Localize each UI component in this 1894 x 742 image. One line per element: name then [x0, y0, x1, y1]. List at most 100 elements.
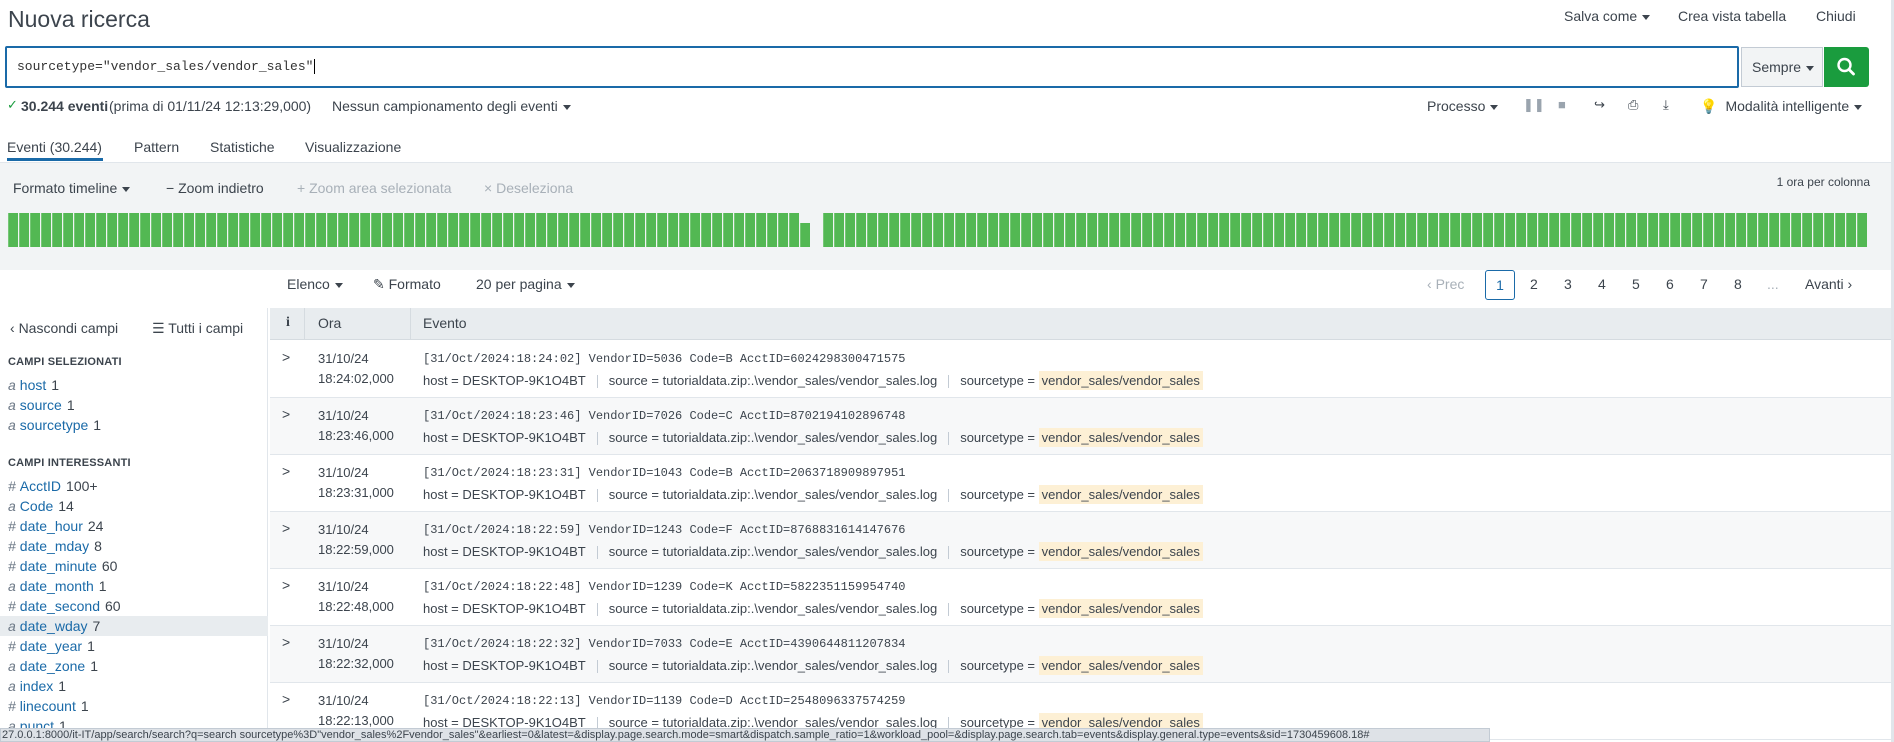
timeline-bar[interactable]: [756, 213, 766, 247]
page-button[interactable]: 1: [1485, 270, 1515, 300]
search-button[interactable]: [1824, 47, 1869, 87]
host-value[interactable]: DESKTOP-9K1O4BT: [462, 487, 585, 502]
host-value[interactable]: DESKTOP-9K1O4BT: [462, 373, 585, 388]
timeline-bar[interactable]: [173, 213, 183, 247]
time-range-picker[interactable]: Sempre: [1741, 47, 1823, 87]
event-time[interactable]: 31/10/24 18:24:02,000: [318, 349, 394, 389]
share-icon[interactable]: ↪: [1594, 97, 1605, 113]
pause-icon[interactable]: ❚❚: [1523, 97, 1545, 113]
event-time[interactable]: 31/10/24 18:22:32,000: [318, 634, 394, 674]
expand-chevron-icon[interactable]: >: [282, 634, 290, 650]
timeline-bar[interactable]: [800, 223, 810, 247]
timeline-bar[interactable]: [1021, 213, 1031, 247]
host-value[interactable]: DESKTOP-9K1O4BT: [462, 544, 585, 559]
timeline-bar[interactable]: [349, 213, 359, 247]
source-value[interactable]: tutorialdata.zip:.\vendor_sales/vendor_s…: [663, 544, 938, 559]
timeline-bar[interactable]: [228, 213, 238, 247]
page-button[interactable]: 7: [1700, 276, 1708, 292]
timeline-bar[interactable]: [1197, 213, 1207, 247]
stop-icon[interactable]: ■: [1558, 97, 1566, 112]
timeline-bar[interactable]: [239, 213, 249, 247]
host-value[interactable]: DESKTOP-9K1O4BT: [462, 601, 585, 616]
timeline-bar[interactable]: [944, 213, 954, 247]
expand-chevron-icon[interactable]: >: [282, 577, 290, 593]
timeline-bar[interactable]: [1186, 213, 1196, 247]
timeline-bar[interactable]: [1318, 213, 1328, 247]
timeline-bar[interactable]: [1538, 213, 1548, 247]
timeline-bar[interactable]: [701, 213, 711, 247]
timeline-bar[interactable]: [712, 213, 722, 247]
timeline-bar[interactable]: [1494, 213, 1504, 247]
timeline-bar[interactable]: [1032, 213, 1042, 247]
field-item-host[interactable]: a host 1: [0, 375, 268, 395]
expand-chevron-icon[interactable]: >: [282, 520, 290, 536]
timeline-bar[interactable]: [1373, 213, 1383, 247]
timeline-bar[interactable]: [338, 213, 348, 247]
timeline-bar[interactable]: [1175, 213, 1185, 247]
timeline-bar[interactable]: [823, 213, 833, 247]
timeline-bar[interactable]: [767, 213, 777, 247]
timeline-bar[interactable]: [1824, 213, 1834, 247]
timeline-bar[interactable]: [129, 213, 139, 247]
timeline-bar[interactable]: [85, 213, 95, 247]
timeline-bar[interactable]: [988, 213, 998, 247]
next-page-button[interactable]: Avanti ›: [1805, 276, 1852, 292]
timeline-bar[interactable]: [1615, 213, 1625, 247]
timeline-bar[interactable]: [437, 213, 447, 247]
timeline-bar[interactable]: [602, 213, 612, 247]
timeline-bar[interactable]: [1428, 213, 1438, 247]
timeline-bar[interactable]: [1241, 213, 1251, 247]
timeline-bar[interactable]: [151, 213, 161, 247]
timeline-bar[interactable]: [1329, 213, 1339, 247]
timeline-bar[interactable]: [1131, 213, 1141, 247]
timeline-bar[interactable]: [195, 213, 205, 247]
timeline-bar[interactable]: [481, 213, 491, 247]
timeline-bar[interactable]: [679, 213, 689, 247]
timeline-bar[interactable]: [459, 213, 469, 247]
timeline-bar[interactable]: [184, 213, 194, 247]
host-value[interactable]: DESKTOP-9K1O4BT: [462, 430, 585, 445]
timeline-bar[interactable]: [1406, 213, 1416, 247]
tab-statistics[interactable]: Statistiche: [210, 139, 275, 155]
timeline-bar[interactable]: [1714, 213, 1724, 247]
timeline-bar[interactable]: [272, 213, 282, 247]
timeline-bar[interactable]: [1670, 213, 1680, 247]
timeline-bar[interactable]: [1043, 213, 1053, 247]
timeline-bar[interactable]: [889, 213, 899, 247]
timeline-bar[interactable]: [206, 213, 216, 247]
source-value[interactable]: tutorialdata.zip:.\vendor_sales/vendor_s…: [663, 601, 938, 616]
timeline-bar[interactable]: [1285, 213, 1295, 247]
timeline-bar[interactable]: [999, 213, 1009, 247]
field-item-linecount[interactable]: # linecount 1: [0, 696, 268, 716]
field-item-date-mday[interactable]: # date_mday 8: [0, 536, 268, 556]
page-button[interactable]: 2: [1530, 276, 1538, 292]
field-item-date-second[interactable]: # date_second 60: [0, 596, 268, 616]
timeline-bar[interactable]: [1098, 213, 1108, 247]
zoom-out-button[interactable]: − Zoom indietro: [166, 180, 264, 196]
field-item-date-minute[interactable]: # date_minute 60: [0, 556, 268, 576]
timeline-bar[interactable]: [1219, 213, 1229, 247]
timeline-bar[interactable]: [591, 213, 601, 247]
timeline-bar[interactable]: [41, 213, 51, 247]
timeline-bar[interactable]: [977, 213, 987, 247]
timeline-bar[interactable]: [525, 213, 535, 247]
timeline-bar[interactable]: [382, 213, 392, 247]
timeline-bar[interactable]: [294, 213, 304, 247]
timeline-bar[interactable]: [1120, 213, 1130, 247]
timeline-bar[interactable]: [217, 213, 227, 247]
timeline-bar[interactable]: [1472, 213, 1482, 247]
timeline-bar[interactable]: [933, 213, 943, 247]
timeline-bar[interactable]: [162, 213, 172, 247]
field-item-index[interactable]: a index 1: [0, 676, 268, 696]
timeline-bar[interactable]: [845, 213, 855, 247]
timeline-bar[interactable]: [19, 213, 29, 247]
timeline-bar[interactable]: [371, 213, 381, 247]
timeline-bar[interactable]: [1439, 213, 1449, 247]
timeline-bar[interactable]: [63, 213, 73, 247]
timeline-bar[interactable]: [690, 213, 700, 247]
host-value[interactable]: DESKTOP-9K1O4BT: [462, 658, 585, 673]
timeline-bar[interactable]: [834, 213, 844, 247]
timeline-bar[interactable]: [448, 213, 458, 247]
job-menu[interactable]: Processo: [1427, 98, 1499, 114]
source-value[interactable]: tutorialdata.zip:.\vendor_sales/vendor_s…: [663, 430, 938, 445]
